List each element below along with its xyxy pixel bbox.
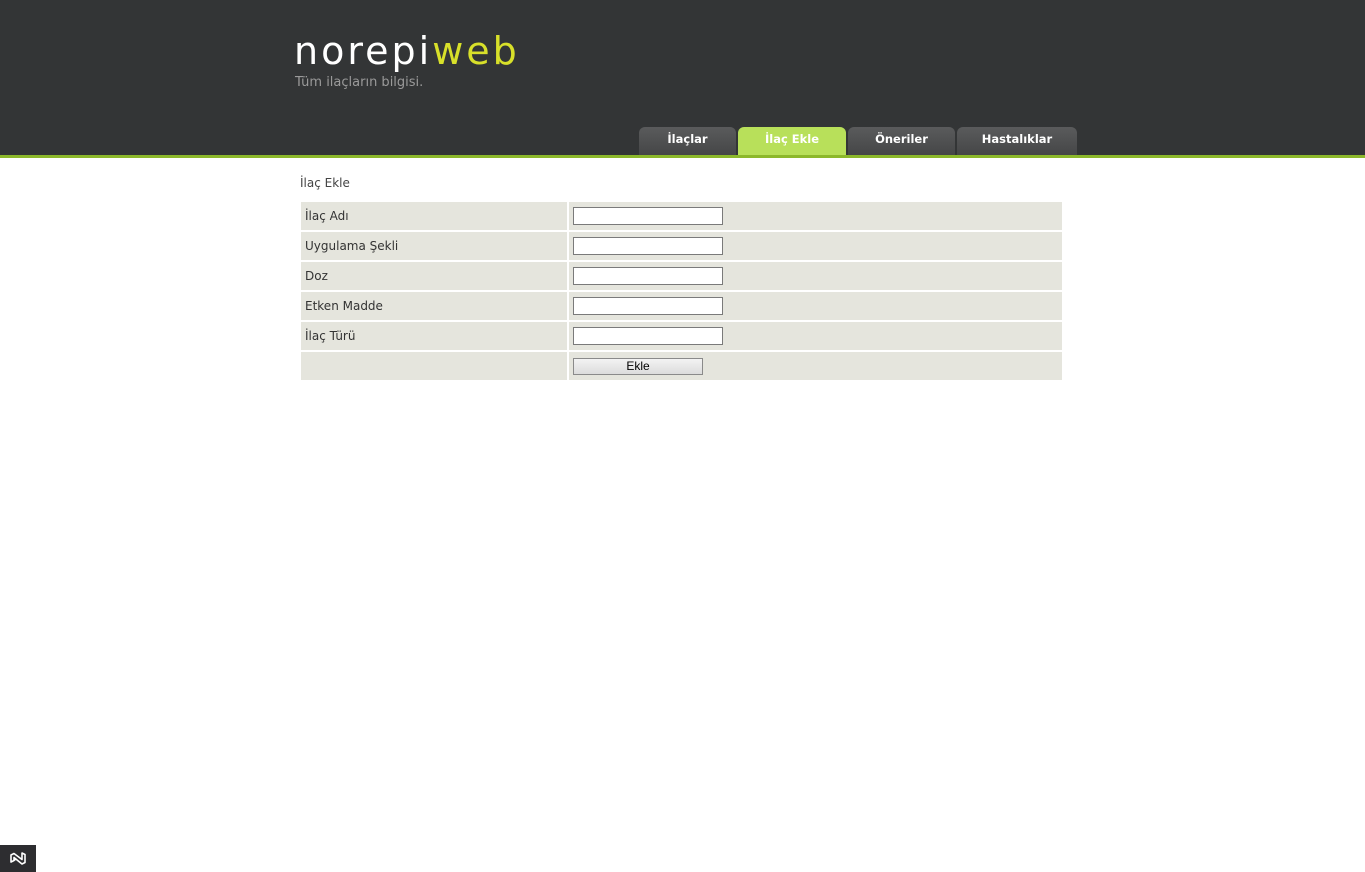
tab-ilac-ekle[interactable]: İlaç Ekle (738, 127, 846, 155)
form-row-uygulama-sekli: Uygulama Şekli (301, 232, 1062, 260)
tab-oneriler[interactable]: Öneriler (848, 127, 955, 155)
form-row-submit: Ekle (301, 352, 1062, 380)
ekle-button[interactable]: Ekle (573, 357, 703, 375)
tab-hastaliklar[interactable]: Hastalıklar (957, 127, 1077, 155)
visual-studio-icon (10, 852, 26, 865)
field-label: Doz (301, 262, 567, 290)
header-divider (0, 155, 1365, 158)
ilac-adi-input[interactable] (573, 207, 723, 225)
form-row-ilac-adi: İlaç Adı (301, 202, 1062, 230)
ilac-turu-input[interactable] (573, 327, 723, 345)
page-title: İlaç Ekle (300, 176, 350, 190)
field-label: İlaç Adı (301, 202, 567, 230)
etken-madde-input[interactable] (573, 297, 723, 315)
site-logo[interactable]: norepiweb (294, 28, 520, 74)
form-row-doz: Doz (301, 262, 1062, 290)
logo-text-norepi: norepi (294, 29, 433, 73)
uygulama-sekli-input[interactable] (573, 237, 723, 255)
field-label: Uygulama Şekli (301, 232, 567, 260)
browser-link-badge[interactable] (0, 845, 36, 872)
form-row-etken-madde: Etken Madde (301, 292, 1062, 320)
doz-input[interactable] (573, 267, 723, 285)
site-tagline: Tüm ilaçların bilgisi. (295, 75, 424, 90)
field-label: Etken Madde (301, 292, 567, 320)
field-label: İlaç Türü (301, 322, 567, 350)
site-header: norepiweb Tüm ilaçların bilgisi. İlaçlar… (0, 0, 1365, 155)
logo-text-web: web (432, 29, 520, 73)
add-drug-form: İlaç Adı Uygulama Şekli Doz Etken Madde … (299, 200, 1064, 382)
tab-ilaclar[interactable]: İlaçlar (639, 127, 736, 155)
form-row-ilac-turu: İlaç Türü (301, 322, 1062, 350)
